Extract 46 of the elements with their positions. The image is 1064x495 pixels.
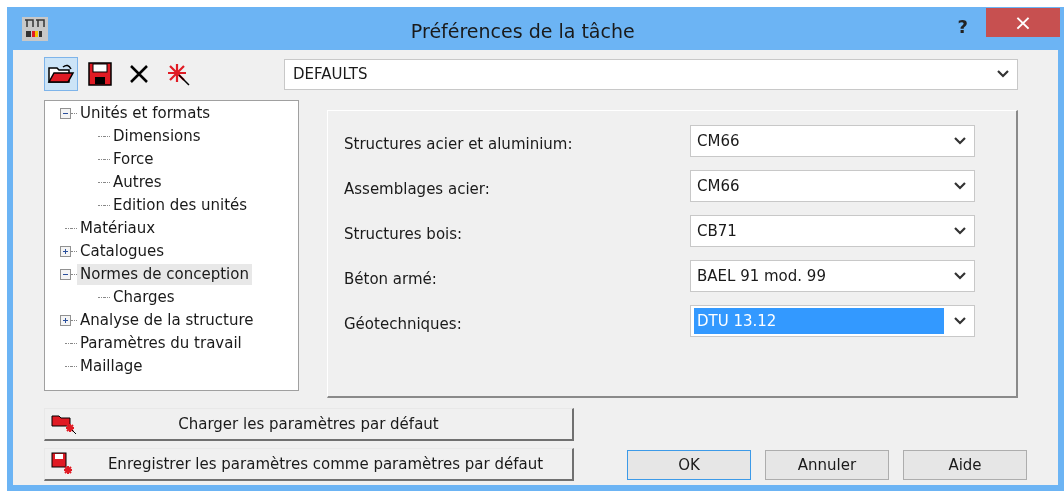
default-settings-button[interactable]: Enregistrer les paramètres comme paramètres par défaut xyxy=(44,448,574,481)
standard-dropdown[interactable]: CM66 xyxy=(690,125,975,157)
setting-label: Géotechniques: xyxy=(344,313,463,335)
tree-item[interactable]: Paramètres du travail xyxy=(77,333,245,354)
dialog-button[interactable]: Annuler xyxy=(765,450,889,480)
folder-icon xyxy=(47,62,75,86)
standard-dropdown[interactable]: BAEL 91 mod. 99 xyxy=(690,260,975,292)
chevron-down-icon xyxy=(954,137,966,145)
toolbar-button[interactable] xyxy=(44,57,78,91)
expand-icon[interactable] xyxy=(60,246,71,257)
default-settings-button[interactable]: Charger les paramètres par défaut xyxy=(44,408,574,441)
dialog-button[interactable]: Aide xyxy=(903,450,1027,480)
dialog-button[interactable]: OK xyxy=(627,450,751,480)
tree-item[interactable]: Matériaux xyxy=(77,218,159,239)
tree-item[interactable]: Edition des unités xyxy=(110,195,251,216)
setting-label: Béton armé: xyxy=(344,268,438,290)
setting-label: Assemblages acier: xyxy=(344,178,491,200)
profile-dropdown[interactable]: DEFAULTS xyxy=(284,58,1018,90)
standard-dropdown[interactable]: CB71 xyxy=(690,215,975,247)
chevron-down-icon xyxy=(954,182,966,190)
close-button[interactable]: × xyxy=(986,8,1060,37)
tree-item[interactable]: Unités et formats xyxy=(77,103,214,124)
asterisk-icon xyxy=(165,62,191,86)
folder-star-icon xyxy=(51,412,77,434)
chevron-down-icon xyxy=(954,272,966,280)
standard-dropdown[interactable]: CM66 xyxy=(690,170,975,202)
window-title: Préférences de la tâche xyxy=(410,19,635,44)
collapse-icon[interactable] xyxy=(60,269,71,280)
tree-item[interactable]: Charges xyxy=(110,287,178,308)
tree-item[interactable]: Dimensions xyxy=(110,126,204,147)
expand-icon[interactable] xyxy=(60,315,71,326)
tree-item[interactable]: Catalogues xyxy=(77,241,168,262)
tree-item[interactable]: Maillage xyxy=(77,356,146,377)
collapse-icon[interactable] xyxy=(60,108,71,119)
setting-label: Structures acier et aluminium: xyxy=(344,133,574,155)
app-icon xyxy=(22,17,48,41)
chevron-down-icon xyxy=(954,227,966,235)
chevron-down-icon xyxy=(954,317,966,325)
tree-item[interactable]: Force xyxy=(110,149,157,170)
tree-item[interactable]: Normes de conception xyxy=(77,264,252,285)
tree-item[interactable]: Autres xyxy=(110,172,165,193)
tree-item[interactable]: Analyse de la structure xyxy=(77,310,257,331)
chevron-down-icon xyxy=(997,70,1009,78)
close-icon xyxy=(128,63,150,85)
help-button[interactable]: ? xyxy=(957,13,968,40)
setting-label: Structures bois: xyxy=(344,223,464,245)
